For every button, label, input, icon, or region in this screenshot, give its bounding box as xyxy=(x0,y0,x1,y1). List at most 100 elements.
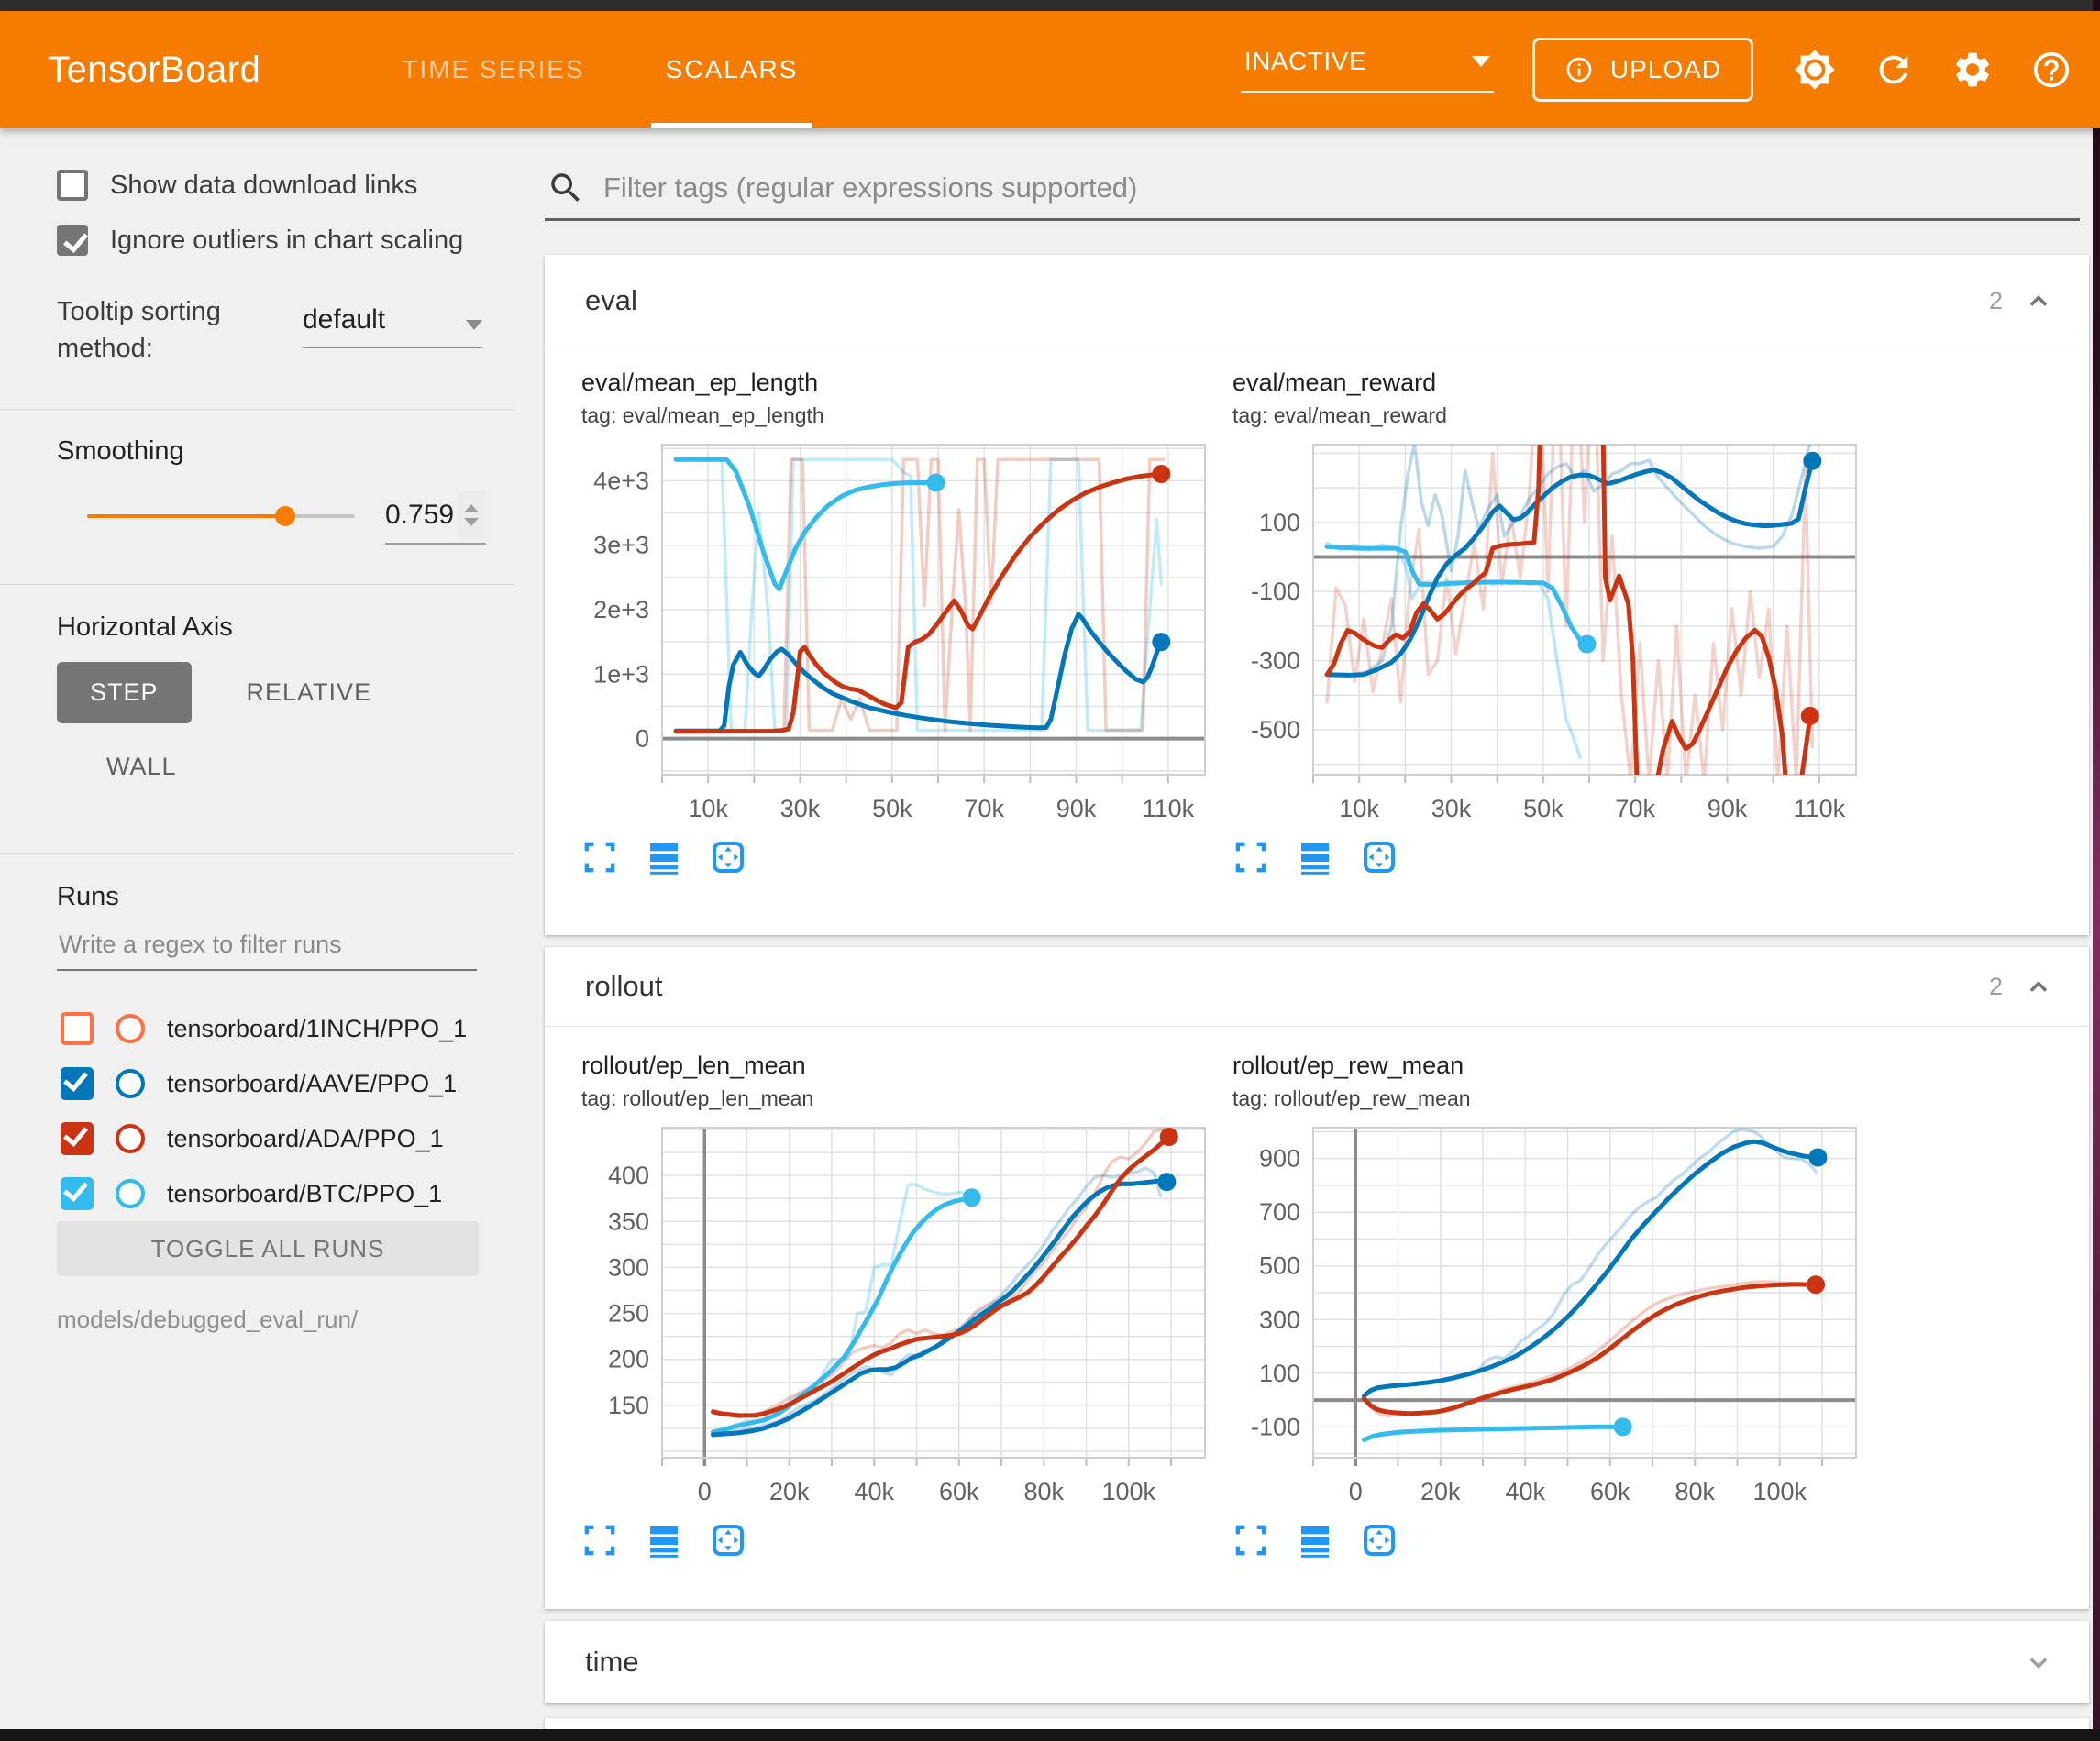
tag-filter-underline xyxy=(545,218,2080,221)
pan-zoom-icon[interactable] xyxy=(710,1522,746,1559)
chart-title: eval/mean_reward xyxy=(1232,369,1874,397)
log-scale-icon[interactable] xyxy=(646,1522,682,1559)
show-download-links-row[interactable]: Show data download links xyxy=(57,170,417,201)
upload-button[interactable]: UPLOAD xyxy=(1532,38,1753,102)
svg-text:10k: 10k xyxy=(688,795,728,822)
stepper-down-icon[interactable] xyxy=(464,518,479,526)
tensorboard-app: TensorBoard TIME SERIESSCALARS INACTIVE … xyxy=(0,0,2100,1741)
svg-text:150: 150 xyxy=(608,1392,649,1419)
status-value: INACTIVE xyxy=(1244,47,1366,76)
help-icon[interactable] xyxy=(2030,49,2072,91)
tooltip-sorting-dropdown[interactable]: default xyxy=(303,304,482,348)
log-scale-icon[interactable] xyxy=(1297,1522,1333,1559)
svg-text:900: 900 xyxy=(1259,1145,1300,1173)
chart-toolbar xyxy=(581,839,1223,876)
chart-toolbar xyxy=(1232,839,1874,876)
main-tabs: TIME SERIESSCALARS xyxy=(361,11,838,128)
pan-zoom-icon[interactable] xyxy=(1361,839,1398,876)
log-scale-icon[interactable] xyxy=(1297,839,1333,876)
svg-text:60k: 60k xyxy=(1590,1478,1630,1505)
slider-fill xyxy=(87,514,285,518)
run-checkbox[interactable] xyxy=(61,1012,94,1045)
run-checkbox[interactable] xyxy=(61,1067,94,1100)
run-label: tensorboard/BTC/PPO_1 xyxy=(167,1180,442,1208)
run-radio[interactable] xyxy=(116,1179,145,1208)
tooltip-sorting-value: default xyxy=(303,304,385,336)
number-stepper[interactable] xyxy=(457,491,486,539)
show-download-links-checkbox[interactable] xyxy=(57,170,88,201)
app-header: TensorBoard TIME SERIESSCALARS INACTIVE … xyxy=(0,11,2100,128)
svg-text:30k: 30k xyxy=(780,795,821,822)
refresh-icon[interactable] xyxy=(1873,49,1915,91)
stepper-up-icon[interactable] xyxy=(464,504,479,512)
run-filter-field xyxy=(57,930,477,971)
tab-time-series[interactable]: TIME SERIES xyxy=(361,11,624,128)
slider-thumb[interactable] xyxy=(275,506,295,526)
run-radio[interactable] xyxy=(116,1014,145,1043)
chevron-down-icon xyxy=(1472,56,1490,67)
run-radio[interactable] xyxy=(116,1069,145,1098)
line-chart-plot[interactable]: 150200250300350400020k40k60k80k100k xyxy=(581,1120,1223,1515)
expand-section-button[interactable] xyxy=(2025,1648,2052,1676)
ignore-outliers-checkbox[interactable] xyxy=(57,225,88,256)
chart-card-rollout-ep-len-mean: rollout/ep_len_mean tag: rollout/ep_len_… xyxy=(581,1052,1223,1559)
run-checkbox[interactable] xyxy=(61,1177,94,1210)
svg-text:400: 400 xyxy=(608,1162,649,1189)
tag-filter-input[interactable] xyxy=(602,171,2067,205)
window-right-edge xyxy=(2093,0,2100,1741)
run-checkbox[interactable] xyxy=(61,1122,94,1155)
svg-text:100k: 100k xyxy=(1752,1478,1807,1505)
svg-text:30k: 30k xyxy=(1431,795,1472,822)
status-dropdown[interactable]: INACTIVE xyxy=(1241,47,1494,93)
chart-toolbar xyxy=(581,1522,1223,1559)
svg-text:0: 0 xyxy=(1349,1478,1363,1505)
expand-icon[interactable] xyxy=(581,839,618,876)
smoothing-slider[interactable] xyxy=(87,506,355,526)
axis-option-relative[interactable]: RELATIVE xyxy=(236,678,383,707)
line-chart-plot[interactable]: 01e+32e+33e+34e+310k30k50k70k90k110k xyxy=(581,437,1223,832)
expand-icon[interactable] xyxy=(1232,839,1269,876)
expand-icon[interactable] xyxy=(581,1522,618,1559)
section-title: eval xyxy=(585,284,637,317)
sidebar-divider xyxy=(0,409,514,410)
line-chart-plot[interactable]: -100100300500700900020k40k60k80k100k xyxy=(1232,1120,1874,1515)
axis-option-wall[interactable]: WALL xyxy=(95,753,188,781)
collapse-section-button[interactable] xyxy=(2025,973,2052,1000)
svg-text:70k: 70k xyxy=(964,795,1004,822)
run-radio[interactable] xyxy=(116,1124,145,1153)
smoothing-value-input[interactable] xyxy=(385,500,457,531)
line-chart-plot[interactable]: 100-100-300-50010k30k50k70k90k110k xyxy=(1232,437,1874,832)
toggle-all-runs-button[interactable]: TOGGLE ALL RUNS xyxy=(57,1221,479,1276)
svg-text:90k: 90k xyxy=(1708,795,1748,822)
collapse-section-button[interactable] xyxy=(2025,287,2052,314)
brightness-icon[interactable] xyxy=(1794,49,1836,91)
ignore-outliers-row[interactable]: Ignore outliers in chart scaling xyxy=(57,225,463,256)
svg-text:3e+3: 3e+3 xyxy=(593,532,649,559)
tab-scalars[interactable]: SCALARS xyxy=(625,11,839,128)
run-filter-input[interactable] xyxy=(57,930,477,960)
svg-text:70k: 70k xyxy=(1615,795,1655,822)
svg-text:40k: 40k xyxy=(1505,1478,1545,1505)
svg-text:-100: -100 xyxy=(1251,578,1300,605)
run-row[interactable]: tensorboard/AAVE/PPO_1 xyxy=(61,1056,467,1111)
run-row[interactable]: tensorboard/1INCH/PPO_1 xyxy=(61,1001,467,1056)
section-card-eval: eval 2 eval/mean_ep_length tag: eval/mea… xyxy=(545,255,2089,935)
pan-zoom-icon[interactable] xyxy=(1361,1522,1398,1559)
svg-text:90k: 90k xyxy=(1056,795,1097,822)
expand-icon[interactable] xyxy=(1232,1522,1269,1559)
run-row[interactable]: tensorboard/ADA/PPO_1 xyxy=(61,1111,467,1166)
svg-text:250: 250 xyxy=(608,1300,649,1328)
pan-zoom-icon[interactable] xyxy=(710,839,746,876)
info-icon xyxy=(1564,55,1594,84)
svg-text:40k: 40k xyxy=(854,1478,894,1505)
svg-text:200: 200 xyxy=(608,1346,649,1373)
section-header-time[interactable]: time xyxy=(545,1621,2089,1703)
ignore-outliers-label: Ignore outliers in chart scaling xyxy=(110,226,463,256)
axis-option-step[interactable]: STEP xyxy=(57,662,192,723)
section-header-rollout[interactable]: rollout 2 xyxy=(545,947,2089,1027)
chevron-down-icon xyxy=(466,320,482,330)
section-header-eval[interactable]: eval 2 xyxy=(545,255,2089,347)
log-scale-icon[interactable] xyxy=(646,839,682,876)
run-row[interactable]: tensorboard/BTC/PPO_1 xyxy=(61,1166,467,1221)
settings-icon[interactable] xyxy=(1951,49,1994,91)
